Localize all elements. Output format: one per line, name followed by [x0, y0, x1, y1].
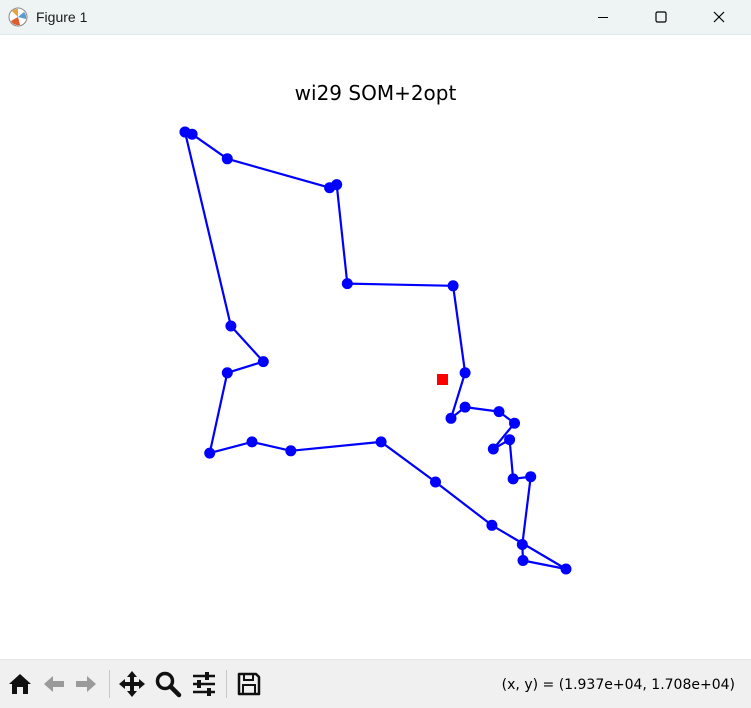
city-point — [486, 519, 498, 531]
pan-button[interactable] — [118, 670, 146, 698]
home-icon — [9, 674, 31, 694]
city-point — [285, 445, 297, 457]
cursor-coordinates: (x, y) = (1.937e+04, 1.708e+04) — [501, 677, 735, 693]
city-point — [430, 476, 441, 488]
minimize-button[interactable] — [580, 0, 626, 34]
maximize-icon — [655, 11, 667, 23]
city-point — [504, 434, 516, 446]
save-icon — [237, 672, 261, 696]
toolbar-separator — [109, 670, 110, 698]
maximize-button[interactable] — [638, 0, 684, 34]
home-button[interactable] — [6, 670, 34, 698]
city-point — [487, 443, 499, 455]
start-marker — [437, 374, 448, 385]
tour-line — [183, 130, 568, 571]
city-point — [179, 126, 191, 138]
matplotlib-app-icon — [8, 7, 28, 27]
zoom-icon — [155, 671, 182, 698]
forward-icon — [76, 676, 96, 692]
city-point — [517, 555, 529, 566]
city-point — [331, 179, 343, 191]
navigation-toolbar: (x, y) = (1.937e+04, 1.708e+04) — [0, 659, 751, 708]
back-icon — [44, 676, 64, 692]
city-point — [507, 473, 519, 485]
close-icon — [713, 11, 725, 23]
city-point — [341, 278, 353, 290]
city-point — [375, 436, 387, 448]
city-point — [459, 367, 471, 379]
back-button[interactable] — [40, 670, 68, 698]
tour-plot — [179, 126, 572, 575]
configure-subplots-button[interactable] — [190, 670, 218, 698]
window-title: Figure 1 — [36, 9, 88, 25]
city-point — [509, 417, 520, 429]
city-point — [445, 412, 457, 424]
window-titlebar: Figure 1 — [0, 0, 751, 35]
zoom-button[interactable] — [154, 670, 182, 698]
city-point — [459, 401, 471, 413]
city-point — [516, 539, 528, 550]
configure-subplots-icon — [193, 672, 215, 696]
city-point — [246, 436, 258, 448]
minimize-icon — [598, 17, 608, 18]
city-point — [221, 153, 233, 165]
close-button[interactable] — [696, 0, 742, 34]
city-point — [204, 447, 216, 459]
toolbar-separator — [226, 670, 227, 698]
forward-button[interactable] — [72, 670, 100, 698]
save-button[interactable] — [235, 670, 263, 698]
pan-icon — [119, 671, 145, 697]
city-point — [225, 320, 237, 332]
city-point — [493, 406, 505, 418]
city-point — [257, 356, 269, 368]
figure-canvas[interactable]: wi29 SOM+2opt — [0, 35, 751, 659]
city-point — [447, 280, 459, 292]
city-point — [525, 471, 537, 483]
city-point — [560, 563, 572, 575]
city-point — [221, 367, 233, 379]
